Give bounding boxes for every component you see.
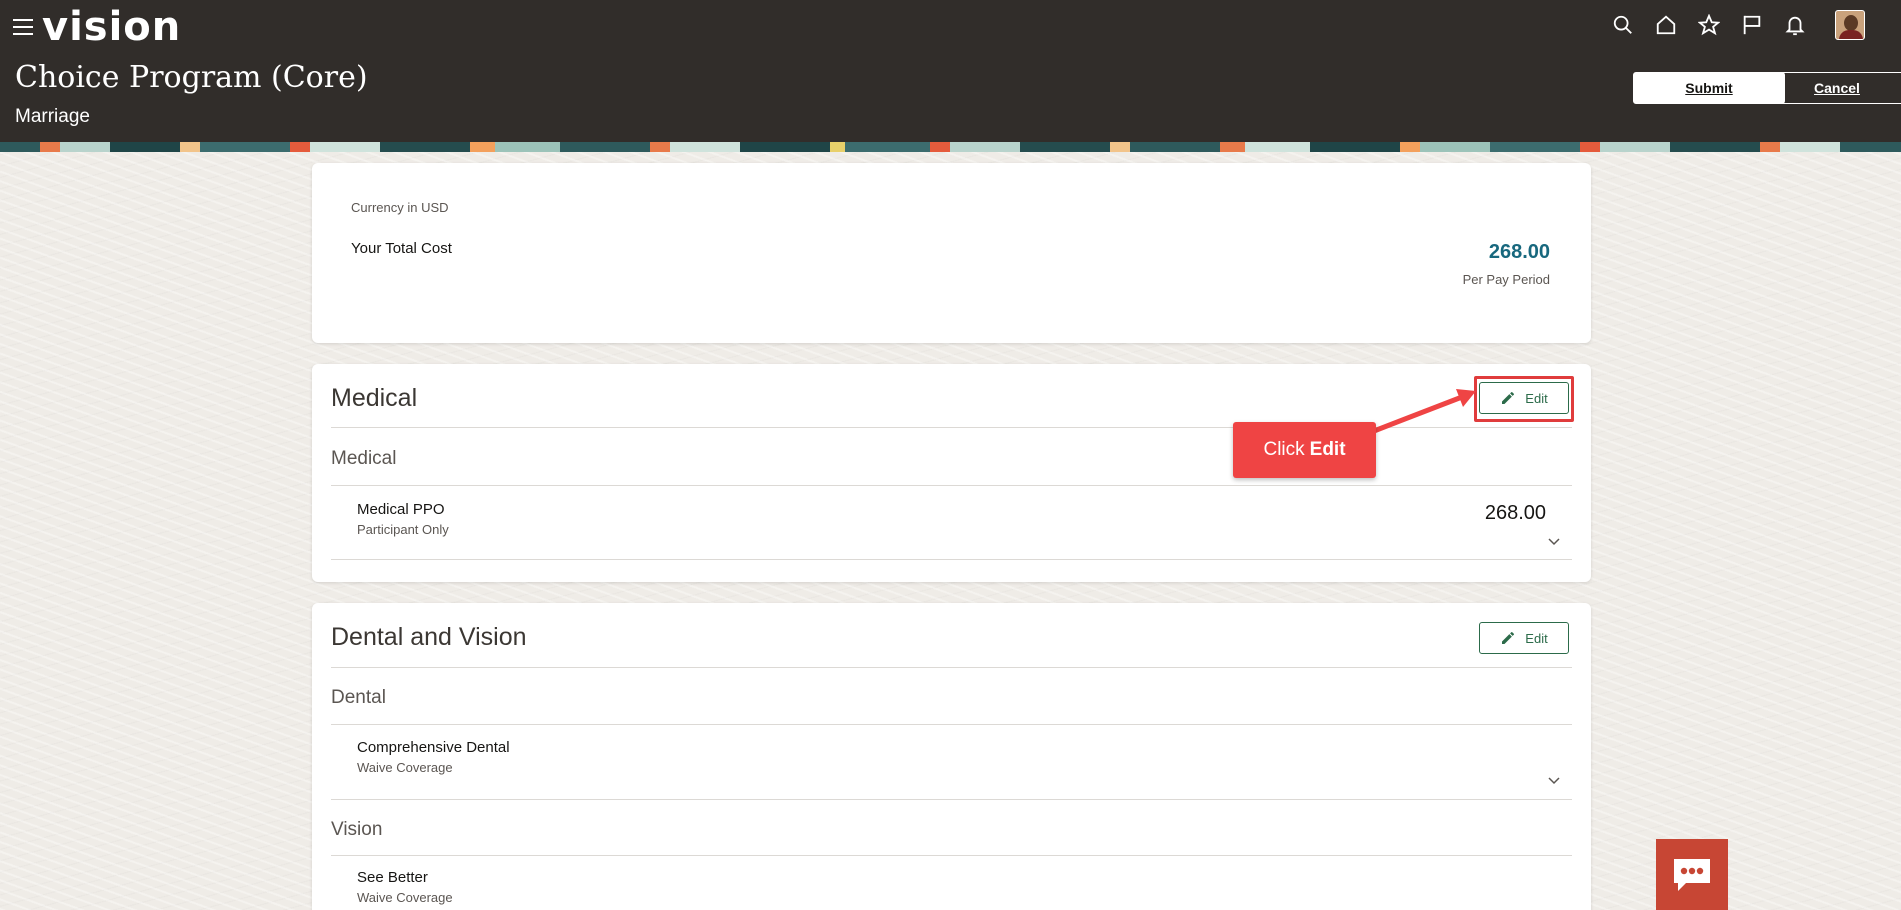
menu-icon[interactable] — [13, 19, 33, 35]
cancel-button[interactable]: Cancel — [1761, 72, 1901, 104]
plan-option: Waive Coverage — [357, 890, 453, 905]
pay-period-label: Per Pay Period — [1462, 272, 1550, 287]
plan-name: Comprehensive Dental — [357, 739, 510, 756]
edit-medical-button[interactable]: Edit — [1479, 382, 1569, 414]
pencil-icon — [1502, 391, 1515, 404]
page-subtitle: Marriage — [15, 106, 90, 127]
decorative-banner — [0, 142, 1901, 152]
total-cost-label: Your Total Cost — [351, 240, 452, 257]
plan-cost: 268.00 — [1484, 502, 1546, 524]
group-title: Dental — [331, 687, 386, 708]
currency-note: Currency in USD — [351, 200, 449, 215]
search-icon[interactable] — [1608, 10, 1638, 40]
group-title: Medical — [331, 448, 397, 469]
star-icon[interactable] — [1694, 10, 1724, 40]
plan-name: See Better — [357, 869, 428, 886]
instruction-callout: Click Edit — [1233, 422, 1376, 478]
chat-icon — [1674, 858, 1710, 891]
plan-option: Waive Coverage — [357, 760, 453, 775]
total-cost-value: 268.00 — [1488, 241, 1550, 263]
bell-icon[interactable] — [1780, 10, 1810, 40]
divider — [331, 667, 1572, 668]
divider — [331, 559, 1572, 560]
app-header: vision Choice Program (Core) Marriage Su… — [0, 0, 1901, 142]
chevron-down-icon[interactable] — [1547, 534, 1561, 548]
chevron-down-icon[interactable] — [1547, 773, 1561, 787]
edit-dental-vision-button[interactable]: Edit — [1479, 622, 1569, 654]
submit-label: Submit — [1685, 80, 1733, 96]
callout-target: Edit — [1309, 439, 1346, 460]
dental-vision-section-card: Dental and Vision Edit Dental Comprehens… — [312, 603, 1591, 910]
medical-section-card: Medical Edit Medical Medical PPO Partici… — [312, 364, 1591, 582]
plan-name: Medical PPO — [357, 501, 445, 518]
page-title: Choice Program (Core) — [15, 60, 368, 95]
section-title: Medical — [331, 384, 418, 412]
header-toolbar — [1595, 10, 1865, 40]
divider — [331, 855, 1572, 856]
plan-option: Participant Only — [357, 522, 449, 537]
divider — [331, 485, 1572, 486]
app-logo[interactable]: vision — [42, 4, 181, 50]
divider — [331, 427, 1572, 428]
divider — [331, 799, 1572, 800]
section-title: Dental and Vision — [331, 623, 527, 651]
flag-icon[interactable] — [1737, 10, 1767, 40]
divider — [331, 724, 1572, 725]
pencil-icon — [1502, 631, 1515, 644]
edit-label: Edit — [1525, 630, 1548, 646]
callout-prefix: Click — [1263, 439, 1305, 460]
total-cost-card: Currency in USD Your Total Cost 268.00 P… — [312, 163, 1591, 343]
group-title: Vision — [331, 819, 383, 840]
edit-label: Edit — [1525, 390, 1548, 406]
cancel-label: Cancel — [1814, 80, 1860, 96]
home-icon[interactable] — [1651, 10, 1681, 40]
chat-button[interactable] — [1656, 839, 1728, 910]
avatar[interactable] — [1835, 10, 1865, 40]
